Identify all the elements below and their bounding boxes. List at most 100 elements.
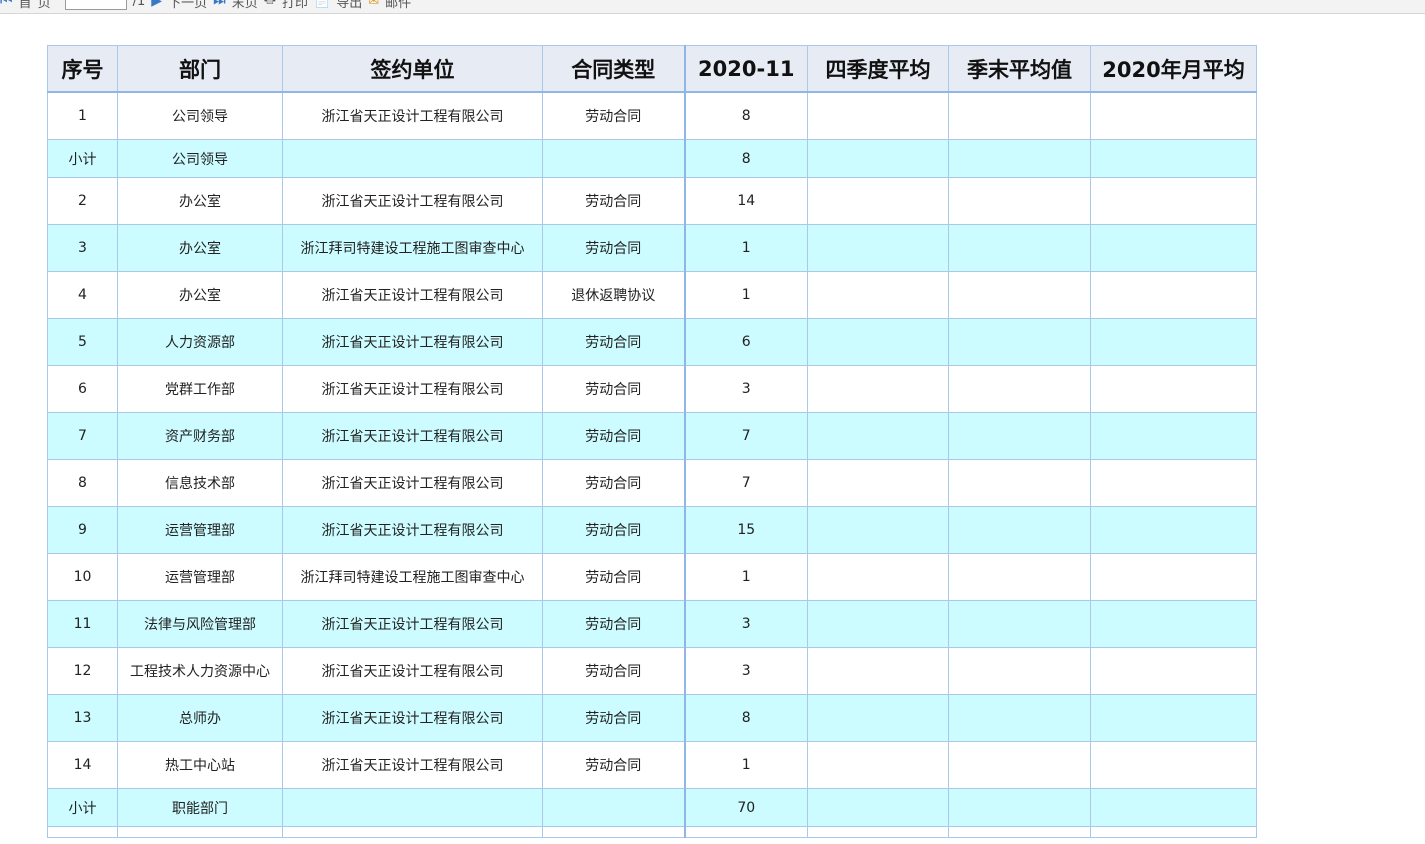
cell-unit [282, 788, 543, 827]
cell-quarter-end-average [948, 459, 1091, 507]
cell-2020-monthly-average [1090, 224, 1257, 272]
cell-contract-type: 劳动合同 [542, 459, 685, 507]
header-dept: 部门 [117, 45, 283, 93]
cell-2020-11: 8 [683, 91, 808, 140]
cell-quarter-end-average [948, 553, 1091, 601]
table-row-partial [47, 826, 1257, 838]
cell-seq: 小计 [47, 788, 118, 827]
cell-seq: 9 [47, 506, 118, 554]
print-label[interactable]: 打印 [282, 0, 308, 11]
print-icon[interactable]: 🖶 [264, 0, 276, 12]
cell-seq: 6 [47, 365, 118, 413]
cell-dept: 人力资源部 [117, 318, 283, 366]
cell-2020-11: 3 [683, 647, 808, 695]
cell-quarter-end-average [948, 224, 1091, 272]
cell-contract-type: 劳动合同 [542, 177, 685, 225]
cell-q4-average [807, 459, 949, 507]
cell-seq: 2 [47, 177, 118, 225]
cell-dept: 运营管理部 [117, 553, 283, 601]
cell-seq: 小计 [47, 139, 118, 178]
cell-contract-type: 劳动合同 [542, 600, 685, 648]
cell-unit: 浙江省天正设计工程有限公司 [282, 91, 543, 140]
cell-contract-type: 劳动合同 [542, 741, 685, 789]
header-seq: 序号 [47, 45, 118, 93]
cell-2020-11: 6 [683, 318, 808, 366]
partial-cell [282, 826, 543, 838]
cell-contract-type: 劳动合同 [542, 553, 685, 601]
cell-seq: 13 [47, 694, 118, 742]
last-page-icon[interactable]: ⏭ [213, 0, 226, 9]
cell-quarter-end-average [948, 91, 1091, 140]
cell-seq: 4 [47, 271, 118, 319]
cell-q4-average [807, 177, 949, 225]
cell-q4-average [807, 788, 949, 827]
table-row: 10 运营管理部 浙江拜司特建设工程施工图审查中心 劳动合同 1 [47, 553, 1257, 601]
first-page-icon[interactable]: ⏮ [0, 0, 13, 9]
cell-contract-type: 劳动合同 [542, 224, 685, 272]
cell-unit: 浙江省天正设计工程有限公司 [282, 271, 543, 319]
cell-dept: 热工中心站 [117, 741, 283, 789]
cell-seq: 14 [47, 741, 118, 789]
cell-seq: 1 [47, 91, 118, 140]
cell-2020-11: 3 [683, 600, 808, 648]
cell-dept: 公司领导 [117, 139, 283, 178]
cell-dept: 职能部门 [117, 788, 283, 827]
table-row: 1 公司领导 浙江省天正设计工程有限公司 劳动合同 8 [47, 91, 1257, 140]
cell-contract-type [542, 788, 685, 827]
cell-2020-monthly-average [1090, 506, 1257, 554]
cell-contract-type: 劳动合同 [542, 91, 685, 140]
cell-2020-11: 1 [683, 553, 808, 601]
export-label[interactable]: 导出 [336, 0, 362, 11]
email-label[interactable]: 邮件 [385, 0, 411, 11]
email-icon[interactable]: ✉ [368, 0, 379, 9]
report-toolbar: ⏮ 首 页 /1 ▶ 下一页 ⏭ 末页 🖶 打印 📄 导出 ✉ 邮件 [0, 0, 1425, 14]
cell-unit: 浙江省天正设计工程有限公司 [282, 459, 543, 507]
cell-quarter-end-average [948, 271, 1091, 319]
partial-cell [542, 826, 685, 838]
cell-quarter-end-average [948, 600, 1091, 648]
toolbar-inner: ⏮ 首 页 /1 ▶ 下一页 ⏭ 末页 🖶 打印 📄 导出 ✉ 邮件 [0, 0, 411, 11]
first-page-label[interactable]: 首 [19, 0, 32, 11]
cell-q4-average [807, 553, 949, 601]
cell-2020-monthly-average [1090, 553, 1257, 601]
table-body: 1 公司领导 浙江省天正设计工程有限公司 劳动合同 8 小计 公司领导 8 2 办公室 浙江省天正设… [47, 91, 1257, 838]
cell-dept: 办公室 [117, 224, 283, 272]
cell-2020-monthly-average [1090, 788, 1257, 827]
header-contract-type: 合同类型 [542, 45, 685, 93]
cell-unit: 浙江省天正设计工程有限公司 [282, 647, 543, 695]
cell-contract-type: 劳动合同 [542, 647, 685, 695]
page-total: /1 [132, 0, 146, 9]
cell-2020-monthly-average [1090, 139, 1257, 178]
cell-2020-monthly-average [1090, 600, 1257, 648]
table-row: 13 总师办 浙江省天正设计工程有限公司 劳动合同 8 [47, 694, 1257, 742]
next-page-icon[interactable]: ▶ [151, 0, 162, 9]
cell-contract-type [542, 139, 685, 178]
cell-q4-average [807, 91, 949, 140]
partial-cell [807, 826, 949, 838]
cell-quarter-end-average [948, 318, 1091, 366]
headcount-report-table: 序号 部门 签约单位 合同类型 2020-11 四季度平均 季末平均值 2020… [47, 45, 1257, 838]
partial-cell [1090, 826, 1257, 838]
header-unit: 签约单位 [282, 45, 543, 93]
header-2020-11: 2020-11 [683, 45, 808, 93]
cell-unit: 浙江省天正设计工程有限公司 [282, 365, 543, 413]
cell-2020-monthly-average [1090, 459, 1257, 507]
cell-quarter-end-average [948, 788, 1091, 827]
cell-q4-average [807, 365, 949, 413]
cell-quarter-end-average [948, 177, 1091, 225]
cell-contract-type: 劳动合同 [542, 506, 685, 554]
next-page-label[interactable]: 下一页 [168, 0, 207, 11]
partial-cell [683, 826, 808, 838]
cell-q4-average [807, 271, 949, 319]
cell-quarter-end-average [948, 139, 1091, 178]
table-row: 8 信息技术部 浙江省天正设计工程有限公司 劳动合同 7 [47, 459, 1257, 507]
table-header-row: 序号 部门 签约单位 合同类型 2020-11 四季度平均 季末平均值 2020… [47, 45, 1257, 93]
cell-q4-average [807, 224, 949, 272]
page-number-input[interactable] [64, 0, 127, 10]
prev-page-label[interactable]: 页 [38, 0, 51, 11]
last-page-label[interactable]: 末页 [232, 0, 258, 11]
cell-dept: 资产财务部 [117, 412, 283, 460]
cell-2020-11: 1 [683, 271, 808, 319]
table-row: 11 法律与风险管理部 浙江省天正设计工程有限公司 劳动合同 3 [47, 600, 1257, 648]
export-icon[interactable]: 📄 [314, 0, 330, 9]
